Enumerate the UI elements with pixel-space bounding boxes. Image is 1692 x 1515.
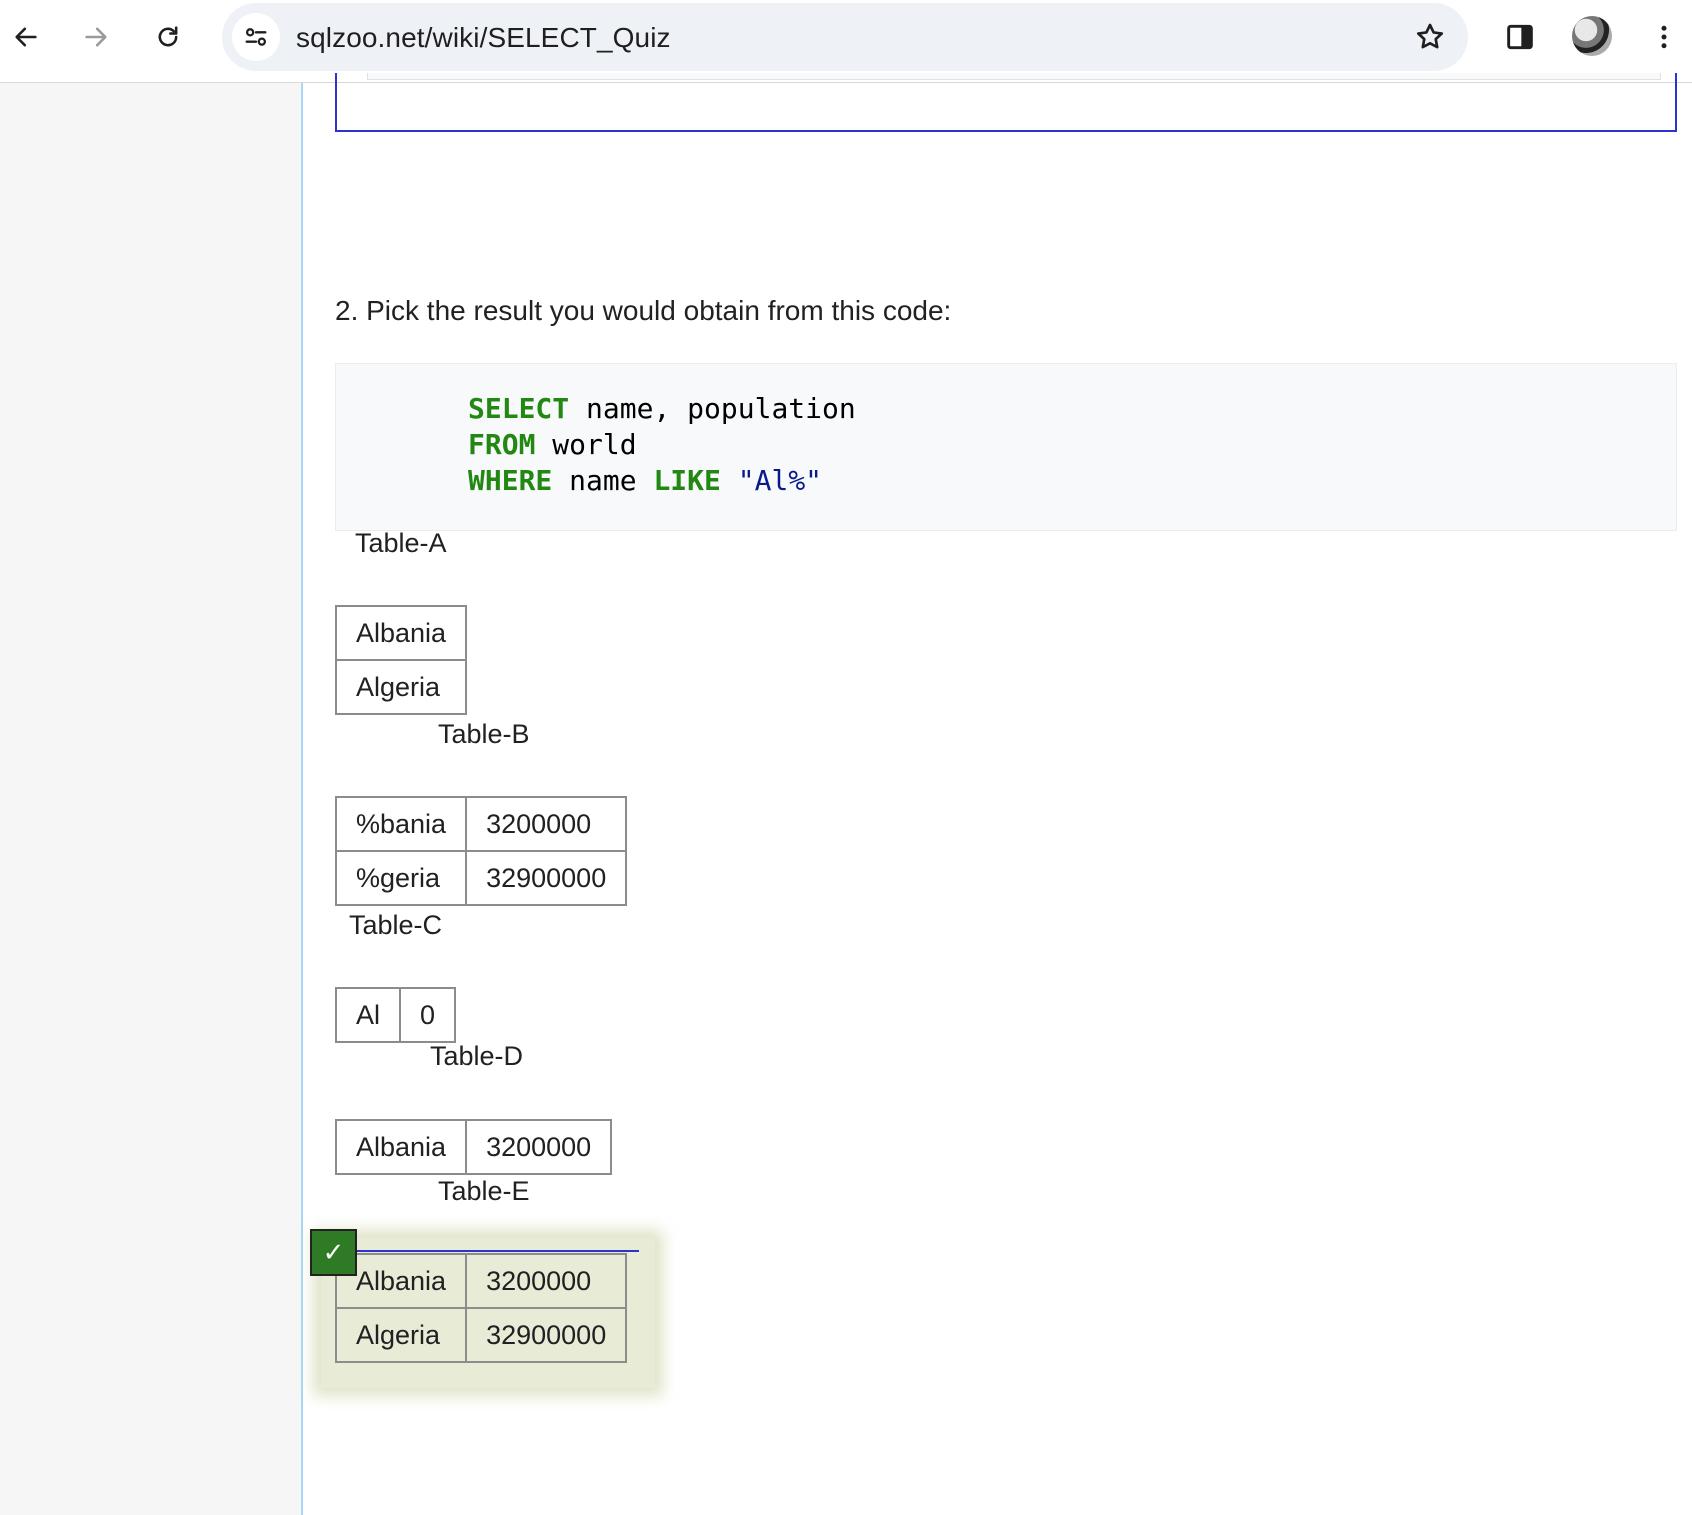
- forward-arrow-icon: [85, 27, 107, 47]
- table-b-option[interactable]: %bania 3200000 %geria 32900000: [334, 796, 628, 906]
- table-b-label: Table-B: [438, 719, 530, 749]
- table-row: %geria 32900000: [334, 850, 628, 906]
- table-e-label: Table-E: [438, 1176, 530, 1206]
- table-row: Algeria: [334, 659, 468, 715]
- sql-keyword: SELECT: [468, 392, 570, 425]
- previous-code-block: [367, 73, 1661, 80]
- table-cell: 32900000: [465, 850, 628, 906]
- forward-button[interactable]: [76, 17, 116, 57]
- table-cell: %bania: [334, 796, 468, 852]
- table-cell: %geria: [334, 850, 468, 906]
- sql-string: "Al%": [737, 464, 823, 497]
- side-panel-button[interactable]: [1500, 17, 1540, 57]
- table-row: Albania 3200000: [334, 1253, 628, 1309]
- table-d-label: Table-D: [430, 1041, 524, 1071]
- profile-avatar[interactable]: [1572, 16, 1612, 56]
- table-a-label: Table-A: [355, 528, 447, 558]
- table-row: Albania 3200000: [334, 1119, 613, 1175]
- sql-text: name: [552, 464, 654, 497]
- table-row: %bania 3200000: [334, 796, 628, 852]
- table-cell: Algeria: [334, 659, 468, 715]
- table-cell: 3200000: [465, 796, 628, 852]
- back-arrow-icon: [15, 27, 37, 47]
- table-cell: Albania: [334, 605, 468, 661]
- sql-code-block: SELECT name, population FROM world WHERE…: [335, 363, 1677, 531]
- site-info-button[interactable]: [232, 13, 280, 61]
- sql-keyword: WHERE: [468, 464, 553, 497]
- star-icon: [1416, 23, 1444, 49]
- correct-check-icon: ✓: [310, 1229, 357, 1276]
- browser-menu-button[interactable]: [1644, 17, 1684, 57]
- more-vertical-icon: [1661, 25, 1667, 49]
- table-cell: 3200000: [465, 1119, 613, 1175]
- table-cell: Al: [334, 987, 402, 1043]
- browser-toolbar: sqlzoo.net/wiki/SELECT_Quiz: [0, 0, 1692, 83]
- selected-answer-underline: [335, 1250, 639, 1252]
- url-text[interactable]: sqlzoo.net/wiki/SELECT_Quiz: [296, 22, 671, 54]
- table-d-option[interactable]: Albania 3200000: [334, 1119, 613, 1175]
- table-cell: 32900000: [465, 1307, 628, 1363]
- bookmark-button[interactable]: [1410, 17, 1450, 57]
- table-cell: Albania: [334, 1119, 468, 1175]
- reload-icon: [158, 26, 178, 47]
- sql-keyword: FROM: [468, 428, 536, 461]
- sql-keyword: LIKE: [653, 464, 721, 497]
- site-settings-icon: [245, 28, 267, 46]
- back-button[interactable]: [6, 17, 46, 57]
- table-e-option[interactable]: Albania 3200000 Algeria 32900000: [334, 1253, 628, 1363]
- table-cell: 3200000: [465, 1253, 628, 1309]
- sql-text: world: [535, 428, 637, 461]
- sql-text: name, population: [569, 392, 856, 425]
- table-a-option[interactable]: Albania Algeria: [334, 605, 468, 715]
- table-c-label: Table-C: [349, 910, 443, 940]
- left-sidebar: [0, 83, 303, 1515]
- table-c-option[interactable]: Al 0: [334, 987, 457, 1043]
- side-panel-icon: [1507, 24, 1533, 50]
- table-cell: 0: [399, 987, 457, 1043]
- address-bar[interactable]: sqlzoo.net/wiki/SELECT_Quiz: [222, 3, 1468, 71]
- table-row: Algeria 32900000: [334, 1307, 628, 1363]
- previous-question-box: [335, 73, 1677, 132]
- question-text: 2. Pick the result you would obtain from…: [335, 295, 952, 326]
- table-row: Albania: [334, 605, 468, 661]
- page-content: 2. Pick the result you would obtain from…: [303, 73, 1692, 1515]
- table-cell: Algeria: [334, 1307, 468, 1363]
- reload-button[interactable]: [148, 17, 188, 57]
- table-row: Al 0: [334, 987, 457, 1043]
